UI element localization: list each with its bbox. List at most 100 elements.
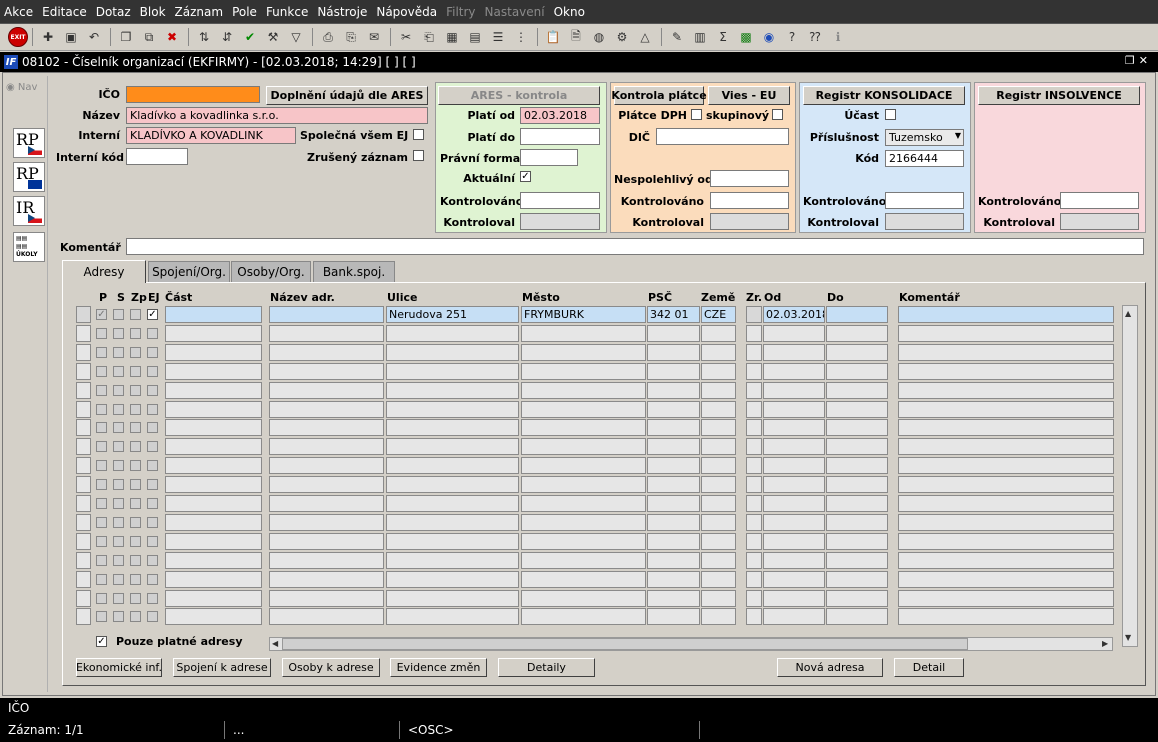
- cell-od[interactable]: [763, 495, 825, 512]
- s-checkbox[interactable]: [113, 479, 124, 491]
- ares-kontrolovano-input[interactable]: [520, 192, 600, 209]
- ares-kontroloval-input[interactable]: [520, 213, 600, 230]
- ares-plati-od-input[interactable]: 02.03.2018: [520, 107, 600, 124]
- cell-psc[interactable]: [647, 589, 700, 607]
- p-checkbox[interactable]: ✓: [96, 309, 107, 320]
- konsolidace-kontroloval-input[interactable]: [885, 213, 964, 230]
- calendar-icon[interactable]: ▦: [441, 27, 463, 47]
- cell-psc[interactable]: [647, 324, 700, 342]
- cell-do[interactable]: [826, 438, 888, 456]
- osoby-k-adrese-button[interactable]: Osoby k adrese: [282, 658, 380, 677]
- cell-od[interactable]: [763, 400, 825, 418]
- cell-cast[interactable]: [165, 513, 262, 531]
- ukoly-icon[interactable]: ▤▤ ▤▤ ÚKOLY: [13, 232, 45, 262]
- zp-checkbox[interactable]: [130, 403, 141, 415]
- detaily-button[interactable]: Detaily: [498, 658, 595, 677]
- nova-adresa-button[interactable]: Nová adresa: [777, 658, 883, 677]
- menu-item-4[interactable]: Záznam: [175, 5, 224, 19]
- context-help-icon[interactable]: ⁇: [804, 27, 826, 47]
- menu-item-1[interactable]: Editace: [42, 5, 87, 19]
- cell-psc[interactable]: [647, 513, 700, 531]
- cell-od[interactable]: [763, 532, 825, 550]
- s-checkbox[interactable]: [113, 554, 124, 566]
- ej-checkbox[interactable]: [147, 346, 158, 358]
- row-selector[interactable]: [76, 532, 91, 550]
- p-checkbox[interactable]: [96, 365, 107, 377]
- cell-psc[interactable]: [647, 381, 700, 399]
- zr-cell[interactable]: [746, 570, 762, 588]
- ej-checkbox[interactable]: [147, 516, 158, 528]
- interni-input[interactable]: KLADÍVKO A KOVADLINK: [126, 127, 296, 144]
- copy-icon[interactable]: ❐: [115, 27, 137, 47]
- sort-asc-icon[interactable]: ⇅: [193, 27, 215, 47]
- cell-mesto[interactable]: FRYMBURK: [521, 306, 646, 323]
- cell-nazev_adr[interactable]: [269, 608, 384, 626]
- row-selector[interactable]: [76, 438, 91, 456]
- cell-od[interactable]: [763, 324, 825, 342]
- zp-checkbox[interactable]: [130, 441, 141, 453]
- p-checkbox[interactable]: [96, 611, 107, 623]
- cell-cast[interactable]: [165, 419, 262, 437]
- cell-ulice[interactable]: [386, 438, 519, 456]
- menu-item-7[interactable]: Nástroje: [317, 5, 367, 19]
- ej-checkbox[interactable]: [147, 611, 158, 623]
- p-checkbox[interactable]: [96, 535, 107, 547]
- cell-komentar[interactable]: [898, 551, 1114, 569]
- menu-item-6[interactable]: Funkce: [266, 5, 308, 19]
- s-checkbox[interactable]: [113, 498, 124, 509]
- exit-icon[interactable]: EXIT: [8, 27, 28, 47]
- cell-mesto[interactable]: [521, 362, 646, 380]
- horizontal-scroll-thumb[interactable]: [282, 638, 968, 650]
- cell-od[interactable]: [763, 381, 825, 399]
- cell-komentar[interactable]: [898, 589, 1114, 607]
- p-checkbox[interactable]: [96, 516, 107, 528]
- cell-do[interactable]: [826, 532, 888, 550]
- zr-cell[interactable]: [746, 381, 762, 399]
- ej-checkbox[interactable]: [147, 384, 158, 396]
- zp-checkbox[interactable]: [130, 498, 141, 509]
- cell-od[interactable]: [763, 476, 825, 494]
- cell-psc[interactable]: [647, 570, 700, 588]
- scroll-down-icon[interactable]: ▼: [1125, 633, 1131, 642]
- zr-cell[interactable]: [746, 324, 762, 342]
- cell-zeme[interactable]: [701, 589, 736, 607]
- ekonomicke-inf-button[interactable]: Ekonomické inf.: [76, 658, 162, 677]
- globe-icon[interactable]: ◍: [588, 27, 610, 47]
- cell-ulice[interactable]: [386, 343, 519, 361]
- cell-mesto[interactable]: [521, 457, 646, 475]
- cell-cast[interactable]: [165, 570, 262, 588]
- cell-komentar[interactable]: [898, 324, 1114, 342]
- cell-ulice[interactable]: [386, 495, 519, 512]
- filter-icon[interactable]: ▽: [285, 27, 307, 47]
- menu-item-0[interactable]: Akce: [4, 5, 33, 19]
- cell-komentar[interactable]: [898, 438, 1114, 456]
- tab-osoby[interactable]: Osoby/Org.: [231, 261, 311, 282]
- chevron-down-icon[interactable]: ▼: [955, 131, 961, 140]
- ares-aktualni-checkbox[interactable]: ✓: [520, 171, 531, 182]
- cell-nazev_adr[interactable]: [269, 343, 384, 361]
- sum-icon[interactable]: Σ: [712, 27, 734, 47]
- sort-desc-icon[interactable]: ⇵: [216, 27, 238, 47]
- cell-zeme[interactable]: [701, 476, 736, 494]
- s-checkbox[interactable]: [113, 384, 124, 396]
- zp-checkbox[interactable]: [130, 479, 141, 491]
- s-checkbox[interactable]: [113, 460, 124, 472]
- cell-mesto[interactable]: [521, 551, 646, 569]
- cell-nazev_adr[interactable]: [269, 495, 384, 512]
- cell-ulice[interactable]: [386, 419, 519, 437]
- spojeni-k-adrese-button[interactable]: Spojení k adrese: [173, 658, 271, 677]
- zr-cell[interactable]: [746, 532, 762, 550]
- cell-do[interactable]: [826, 324, 888, 342]
- duplicate-icon[interactable]: ⧉: [138, 27, 160, 47]
- cell-cast[interactable]: [165, 400, 262, 418]
- print-preview-icon[interactable]: ⎘: [340, 27, 362, 47]
- scroll-right-icon[interactable]: ▶: [1102, 639, 1108, 648]
- cell-zeme[interactable]: [701, 532, 736, 550]
- ir-cz-icon[interactable]: IR: [13, 196, 45, 226]
- cell-psc[interactable]: [647, 551, 700, 569]
- cell-zeme[interactable]: [701, 457, 736, 475]
- cell-zeme[interactable]: [701, 570, 736, 588]
- cell-od[interactable]: [763, 362, 825, 380]
- s-checkbox[interactable]: [113, 365, 124, 377]
- ej-checkbox[interactable]: [147, 365, 158, 377]
